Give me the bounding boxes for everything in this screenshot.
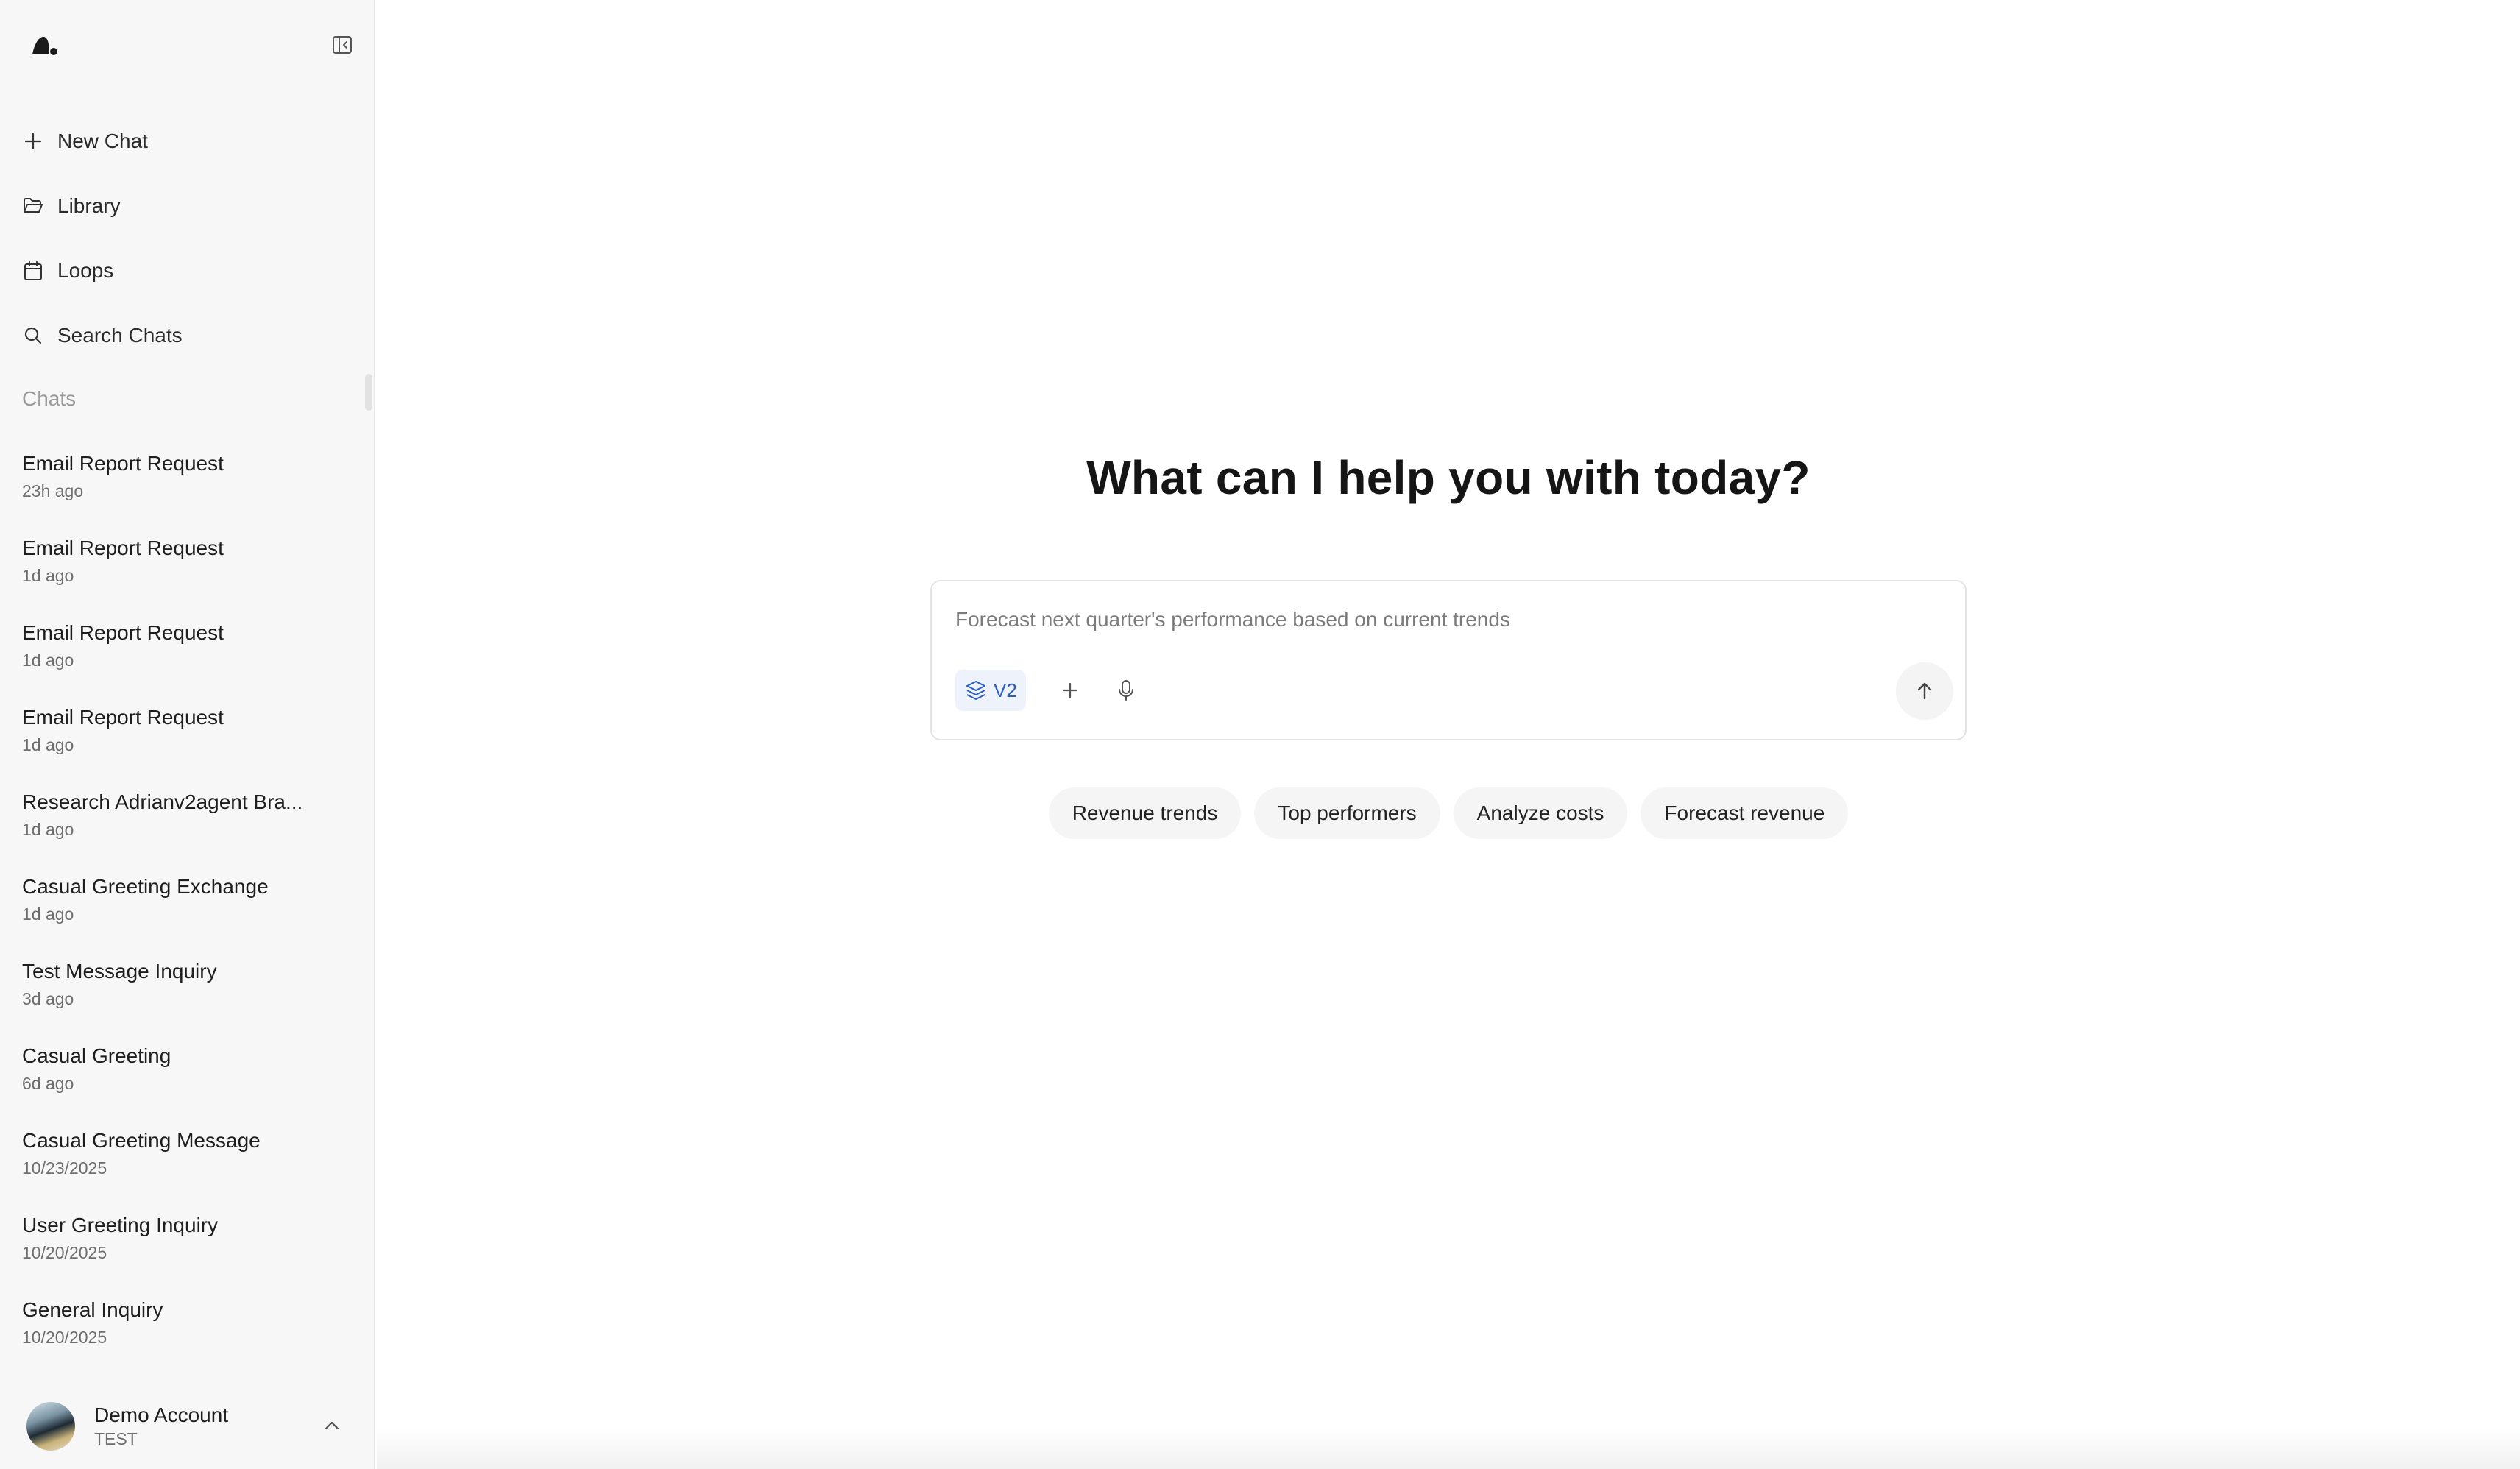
chat-list-item[interactable]: User Greeting Inquiry 10/20/2025: [0, 1203, 368, 1288]
chat-title: Email Report Request: [22, 621, 224, 644]
chat-title: Research Adrianv2agent Bra...: [22, 790, 303, 813]
chat-title: Email Report Request: [22, 537, 224, 559]
chat-timestamp: 1d ago: [22, 820, 74, 839]
suggestion-chip-forecast-revenue[interactable]: Forecast revenue: [1641, 787, 1849, 839]
layers-icon: [964, 679, 988, 702]
sidebar: New Chat Library Loops Search Chats Chat…: [0, 0, 375, 1469]
account-workspace: TEST: [94, 1429, 138, 1448]
message-input[interactable]: [955, 608, 1838, 631]
suggestion-chips: Revenue trends Top performers Analyze co…: [377, 787, 2520, 839]
chat-timestamp: 6d ago: [22, 1074, 74, 1093]
chat-history-list: Email Report Request 23h ago Email Repor…: [0, 442, 368, 1373]
collapse-sidebar-button[interactable]: [330, 32, 355, 57]
new-chat-button[interactable]: New Chat: [0, 109, 375, 174]
calendar-icon: [22, 260, 44, 282]
send-button[interactable]: [1896, 662, 1953, 720]
chat-title: General Inquiry: [22, 1298, 163, 1321]
attach-button[interactable]: [1050, 670, 1091, 711]
chats-section-label: Chats: [22, 387, 77, 410]
suggestion-chip-revenue-trends[interactable]: Revenue trends: [1048, 787, 1242, 839]
search-icon: [22, 325, 44, 347]
model-selector-button[interactable]: V2: [955, 670, 1026, 711]
bottom-fade: [377, 1428, 2520, 1469]
sidebar-item-loops[interactable]: Loops: [0, 238, 375, 303]
app-window: New Chat Library Loops Search Chats Chat…: [0, 0, 2520, 1469]
sidebar-toggle-icon: [333, 36, 352, 54]
chat-timestamp: 3d ago: [22, 989, 74, 1008]
chat-title: Casual Greeting: [22, 1044, 171, 1067]
model-label: V2: [994, 679, 1017, 701]
chat-list-item[interactable]: General Inquiry 10/20/2025: [0, 1288, 368, 1373]
chat-list-item[interactable]: Email Report Request 1d ago: [0, 611, 368, 695]
account-menu[interactable]: Demo Account TEST: [0, 1384, 375, 1469]
chat-list-item[interactable]: Research Adrianv2agent Bra... 1d ago: [0, 780, 368, 865]
account-name: Demo Account: [94, 1403, 229, 1426]
chat-title: Email Report Request: [22, 452, 224, 475]
nav-label: Loops: [57, 259, 114, 282]
suggestion-chip-top-performers[interactable]: Top performers: [1254, 787, 1440, 839]
chat-list-item[interactable]: Casual Greeting Message 10/23/2025: [0, 1119, 368, 1203]
chat-list-item[interactable]: Email Report Request 1d ago: [0, 526, 368, 611]
folder-icon: [22, 195, 44, 217]
chat-title: Casual Greeting Message: [22, 1129, 261, 1152]
chat-timestamp: 10/20/2025: [22, 1328, 107, 1347]
welcome-heading: What can I help you with today?: [1086, 451, 1811, 504]
logo-icon[interactable]: [29, 32, 59, 57]
chat-list-item[interactable]: Email Report Request 23h ago: [0, 442, 368, 526]
plus-icon: [1062, 682, 1078, 698]
chat-timestamp: 10/23/2025: [22, 1158, 107, 1178]
nav-label: Search Chats: [57, 324, 183, 347]
nav-label: Library: [57, 194, 121, 217]
chat-list-item[interactable]: Casual Greeting Exchange 1d ago: [0, 865, 368, 949]
voice-input-button[interactable]: [1105, 670, 1147, 711]
avatar: [26, 1402, 75, 1451]
suggestion-chip-analyze-costs[interactable]: Analyze costs: [1453, 787, 1628, 839]
chat-title: User Greeting Inquiry: [22, 1214, 219, 1236]
chat-list-item[interactable]: Casual Greeting 6d ago: [0, 1034, 368, 1119]
sidebar-scrollbar[interactable]: [365, 374, 372, 411]
chat-timestamp: 1d ago: [22, 566, 74, 585]
message-composer: V2: [930, 580, 1967, 740]
chat-title: Test Message Inquiry: [22, 960, 217, 983]
chat-timestamp: 23h ago: [22, 481, 84, 500]
microphone-icon: [1119, 680, 1133, 701]
chat-timestamp: 1d ago: [22, 651, 74, 670]
chat-timestamp: 10/20/2025: [22, 1243, 107, 1262]
sidebar-nav: New Chat Library Loops Search Chats: [0, 109, 375, 368]
sidebar-item-library[interactable]: Library: [0, 174, 375, 238]
account-info: Demo Account TEST: [94, 1403, 228, 1450]
chat-title: Email Report Request: [22, 706, 224, 729]
chat-list-item[interactable]: Email Report Request 1d ago: [0, 695, 368, 780]
chevron-up-icon[interactable]: [322, 1416, 341, 1435]
chat-timestamp: 1d ago: [22, 735, 74, 754]
nav-label: New Chat: [57, 130, 148, 152]
chat-title: Casual Greeting Exchange: [22, 875, 269, 898]
arrow-up-icon: [1917, 682, 1932, 700]
sidebar-item-search-chats[interactable]: Search Chats: [0, 303, 375, 368]
chat-timestamp: 1d ago: [22, 905, 74, 924]
main-panel: What can I help you with today? V2: [377, 0, 2520, 1469]
chat-list-item[interactable]: Test Message Inquiry 3d ago: [0, 949, 368, 1034]
plus-icon: [22, 130, 44, 152]
